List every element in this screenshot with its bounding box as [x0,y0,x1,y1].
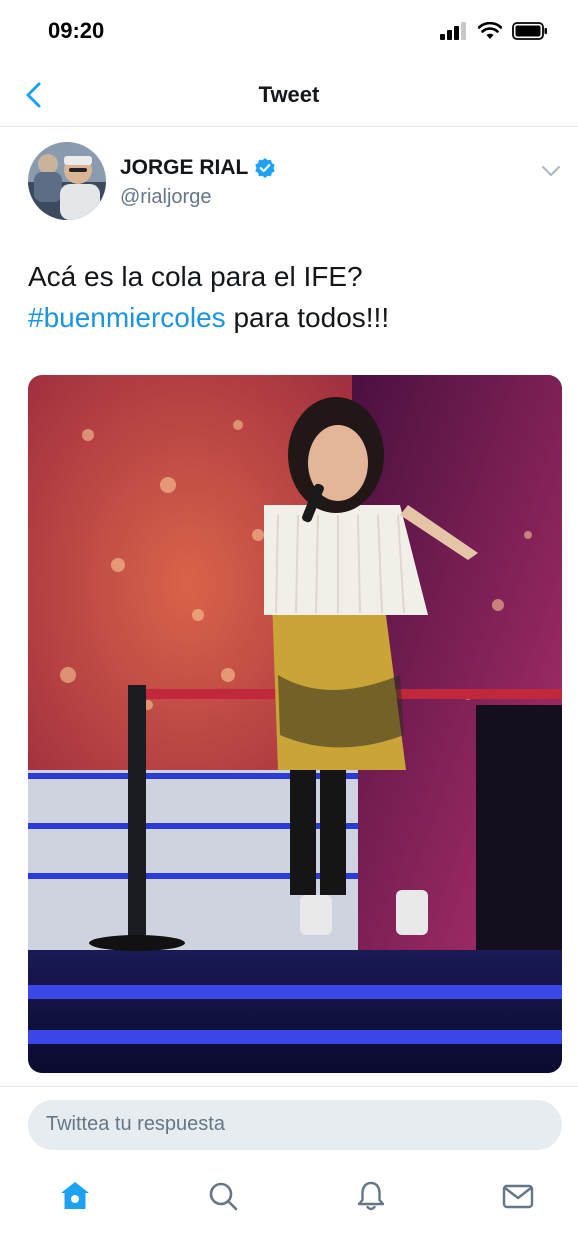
status-time: 09:20 [48,18,105,43]
tab-notifications[interactable] [353,1178,389,1214]
tab-search[interactable] [205,1178,241,1214]
reply-placeholder: Twittea tu respuesta [46,1113,225,1135]
divider [0,1086,578,1087]
tweet-header: JORGE RIAL @rialjorge [0,126,578,236]
bottom-tab-bar [0,1164,578,1228]
bell-icon [357,1181,385,1211]
status-icons [440,22,548,40]
status-bar: 09:20 [0,0,578,64]
tweet-media-image[interactable] [28,375,562,1073]
wifi-icon [478,22,502,39]
home-icon [61,1182,89,1209]
page-title: Tweet [258,82,320,107]
navigation-bar: Tweet [0,64,578,127]
verified-badge-icon [255,158,276,178]
tweet-text: Acá es la cola para el IFE? #buenmiercol… [28,256,548,338]
reply-input[interactable]: Twittea tu respuesta [28,1100,562,1150]
mail-icon [502,1184,534,1209]
cellular-signal-icon [440,22,466,40]
chevron-down-icon [542,166,560,176]
tweet-options-button[interactable] [538,158,564,184]
author-handle[interactable]: @rialjorge [120,186,211,209]
avatar[interactable] [28,142,106,220]
hashtag-link[interactable]: #buenmiercoles [28,302,226,333]
search-icon [209,1182,238,1211]
author-name-text: JORGE RIAL [120,156,249,179]
tweet-text-line2: #buenmiercoles para todos!!! [28,297,548,338]
tab-home[interactable] [57,1178,93,1214]
author-name[interactable]: JORGE RIAL [120,156,276,180]
battery-icon [512,22,547,40]
tweet-text-line1: Acá es la cola para el IFE? [28,261,363,292]
tweet-text-after-hashtag: para todos!!! [225,302,390,333]
tab-messages[interactable] [500,1178,536,1214]
